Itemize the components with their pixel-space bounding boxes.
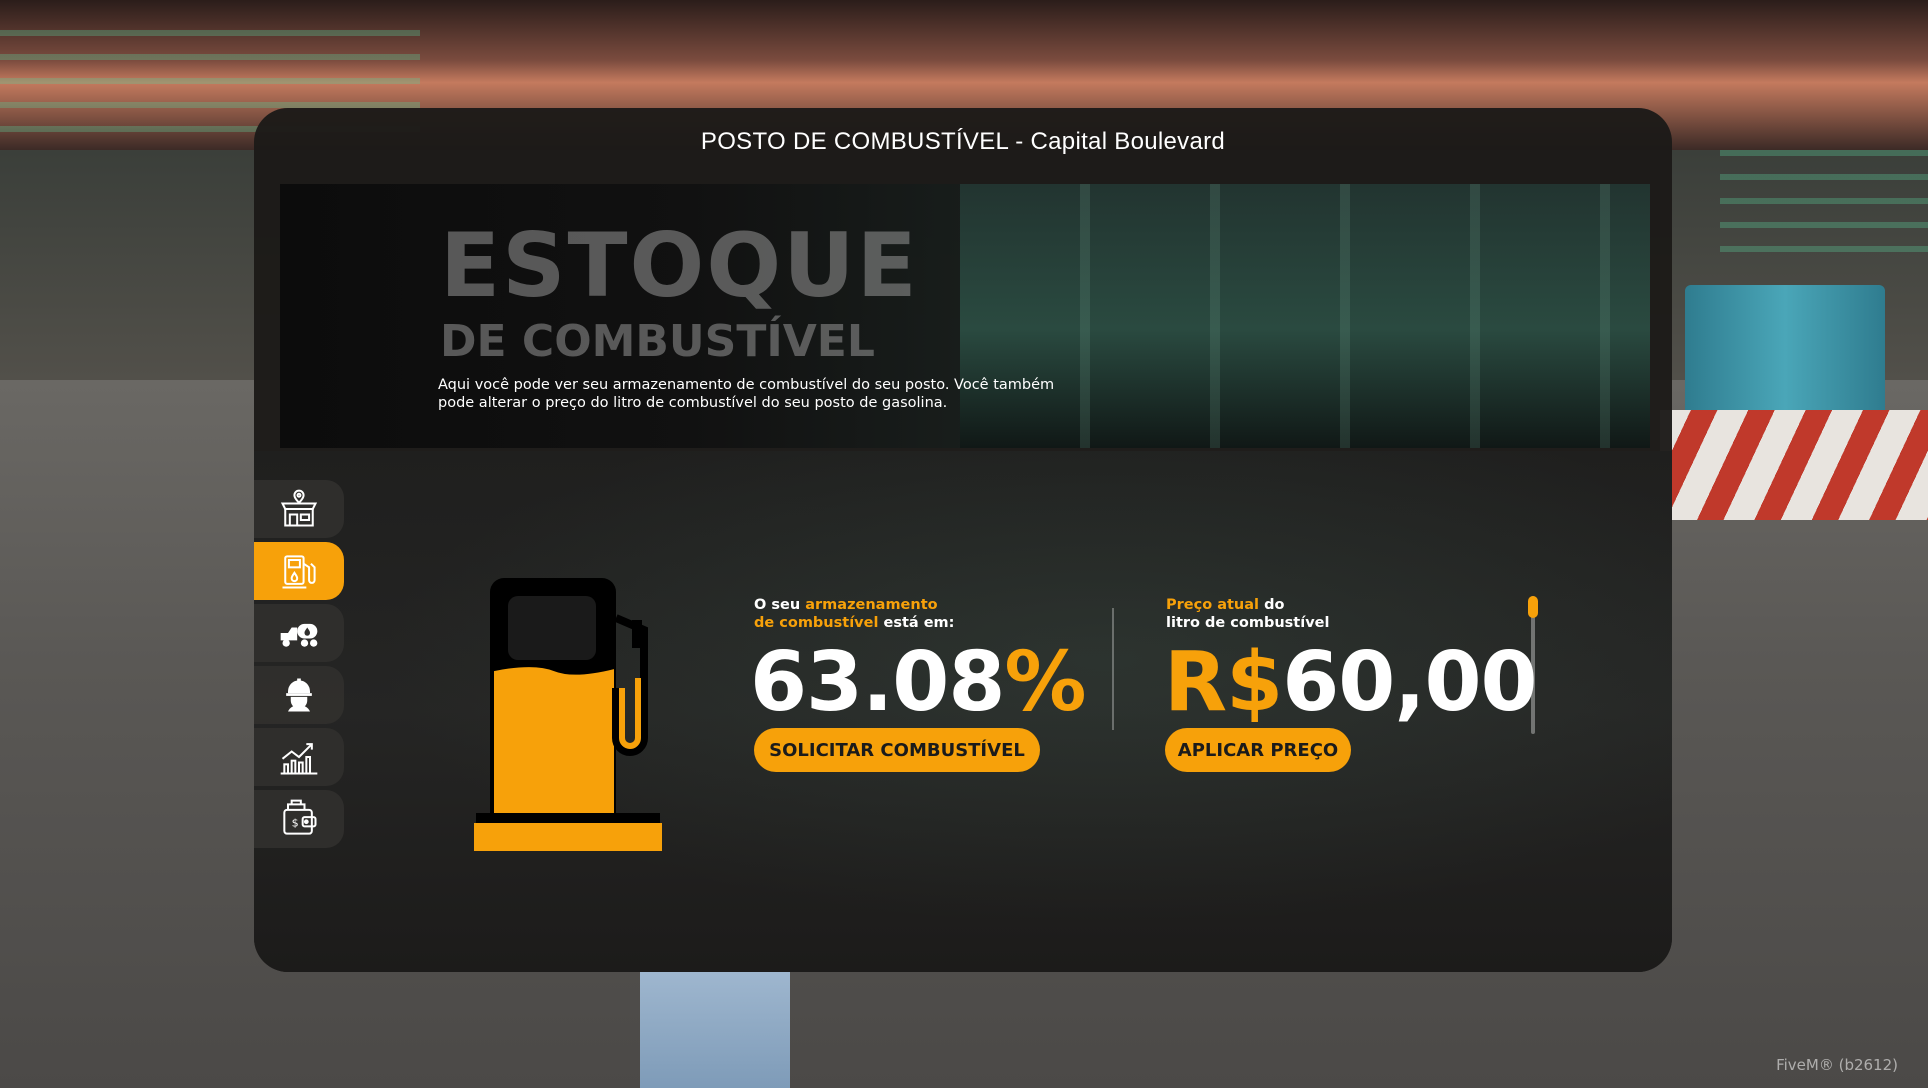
game-background-lights-right [1720, 150, 1928, 260]
sidebar-item-store[interactable] [254, 480, 344, 538]
stock-banner: ESTOQUE DE COMBUSTÍVEL Aqui você pode ve… [280, 184, 1650, 448]
banner-description: Aqui você pode ver seu armazenamento de … [438, 377, 1055, 411]
storage-label: O seu armazenamento de combustível está … [754, 597, 955, 631]
growth-chart-icon [280, 743, 318, 775]
request-fuel-button[interactable]: SOLICITAR COMBUSTÍVEL [754, 728, 1040, 772]
tanker-truck-icon [280, 623, 318, 647]
game-background-barrier [1660, 410, 1928, 520]
banner-title-line2: DE COMBUSTÍVEL [440, 316, 875, 367]
banner-title-line1: ESTOQUE [440, 214, 919, 317]
panel-title: POSTO DE COMBUSTÍVEL - Capital Boulevard [700, 128, 1226, 155]
sidebar-item-statistics[interactable] [254, 728, 344, 786]
worker-helmet-icon [286, 678, 312, 712]
fivem-watermark: FiveM® (b2612) [1776, 1056, 1898, 1074]
stats-divider [1112, 608, 1114, 730]
sidebar-item-delivery[interactable] [254, 604, 344, 662]
game-background-portable-toilets [1685, 285, 1885, 415]
pump-base [476, 813, 660, 823]
store-location-icon [280, 489, 318, 527]
game-background-player [640, 970, 790, 1088]
apply-price-button[interactable]: APLICAR PREÇO [1165, 728, 1351, 772]
wallet-money-icon: $ [283, 799, 317, 835]
sidebar-item-fuel[interactable] [254, 542, 344, 600]
sidebar-item-finances[interactable]: $ [254, 790, 344, 848]
fuel-level-gauge [474, 578, 662, 851]
price-label: Preço atual do litro de combustível [1166, 597, 1330, 631]
pump-window [508, 596, 596, 660]
price-value: R$60,00 [1164, 635, 1538, 730]
fuel-pump-icon [282, 555, 316, 589]
pump-fuel-fill [494, 667, 614, 813]
storage-percentage: 63.08% [750, 635, 1087, 730]
price-slider-handle[interactable] [1528, 596, 1538, 618]
gas-station-panel: POSTO DE COMBUSTÍVEL - Capital Boulevard… [254, 108, 1672, 972]
svg-text:$: $ [292, 816, 299, 829]
sidebar-item-employees[interactable] [254, 666, 344, 724]
price-slider[interactable] [1528, 596, 1538, 734]
